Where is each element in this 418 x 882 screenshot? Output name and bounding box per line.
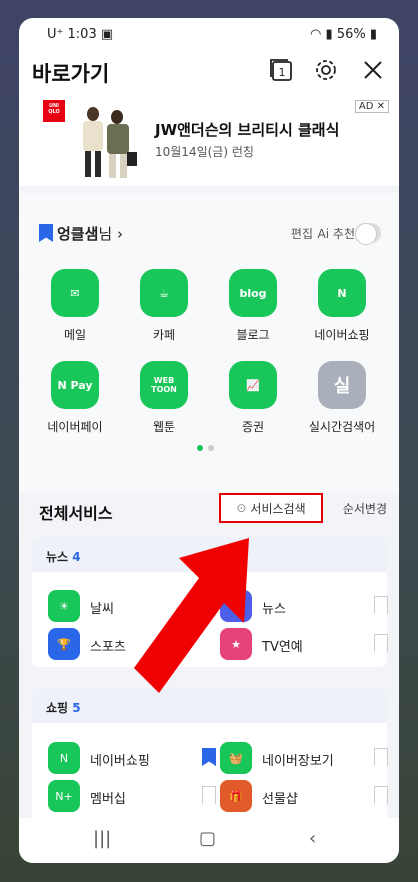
webtoon-icon: WEB TOON bbox=[140, 361, 188, 409]
app-realtime-search[interactable]: 실 실시간검색어 bbox=[302, 361, 382, 435]
favorites-panel: 엉클샘님 › 편집 Ai 추천 ✉ 메일 ☕ 카페 blog 블로그 N 네이버… bbox=[19, 193, 399, 493]
user-suffix: 님 bbox=[98, 225, 113, 243]
cafe-icon: ☕ bbox=[140, 269, 188, 317]
page-dot bbox=[208, 445, 214, 451]
bookmark-icon[interactable] bbox=[374, 634, 388, 652]
edit-button[interactable]: 편집 bbox=[291, 225, 313, 242]
service-search-button[interactable]: ⊙ 서비스검색 bbox=[219, 493, 323, 523]
app-stock[interactable]: 📈 증권 bbox=[213, 361, 293, 435]
mail-icon: ✉ bbox=[51, 269, 99, 317]
pay-icon: N Pay bbox=[51, 361, 99, 409]
tabs-icon[interactable]: 1 bbox=[267, 56, 295, 84]
list-item-naver-shopping[interactable]: N 네이버쇼핑 bbox=[48, 742, 218, 774]
weather-icon: ☀ bbox=[48, 590, 80, 622]
tab-count: 1 bbox=[279, 66, 286, 79]
list-item-naver-grocery[interactable]: 🧺 네이버장보기 bbox=[220, 742, 390, 774]
shopping-bag-icon: N bbox=[318, 269, 366, 317]
favorites-header[interactable]: 엉클샘님 › bbox=[39, 223, 123, 244]
ad-subline: 10월14일(금) 런칭 bbox=[155, 145, 254, 159]
user-name: 엉클샘 bbox=[57, 225, 99, 243]
chevron-right-icon: › bbox=[112, 225, 123, 243]
search-icon: ⊙ bbox=[236, 501, 247, 515]
image-notification-icon: ▣ bbox=[100, 27, 114, 42]
recents-icon[interactable]: ||| bbox=[93, 828, 111, 849]
bookmark-icon[interactable] bbox=[374, 596, 388, 614]
list-item-membership[interactable]: N+ 멤버십 bbox=[48, 780, 218, 812]
ai-recommend-label: Ai 추천 bbox=[317, 227, 355, 241]
status-bar: U⁺ 1:03 ▣ ◠ ▮ 56% ▮ bbox=[19, 18, 399, 50]
bookmark-icon[interactable] bbox=[202, 786, 216, 804]
shopping-card: 쇼핑 5 N 네이버쇼핑 🧺 네이버장보기 N+ 멤버십 🎁 선물샵 bbox=[32, 688, 390, 823]
bookmark-icon[interactable] bbox=[202, 748, 216, 766]
ai-toggle[interactable] bbox=[355, 223, 381, 245]
ad-banner[interactable]: UNI QLO JW앤더슨의 브리티시 클래식 10월14일(금) 런칭 AD ✕ bbox=[19, 98, 399, 186]
status-time: 1:03 bbox=[67, 27, 97, 42]
reorder-button[interactable]: 순서변경 bbox=[343, 500, 387, 517]
system-nav-bar: ||| ▢ ‹ bbox=[19, 818, 399, 863]
bookmark-icon bbox=[39, 224, 53, 242]
app-webtoon[interactable]: WEB TOON 웹툰 bbox=[124, 361, 204, 435]
blog-icon: blog bbox=[229, 269, 277, 317]
page-indicator bbox=[197, 436, 219, 455]
bookmark-icon[interactable] bbox=[374, 786, 388, 804]
gift-icon: 🎁 bbox=[220, 780, 252, 812]
app-header: 바로가기 1 bbox=[19, 56, 399, 102]
phone-screen: U⁺ 1:03 ▣ ◠ ▮ 56% ▮ 바로가기 1 UNI QLO JW앤더슨의… bbox=[19, 18, 399, 863]
carrier-label: U⁺ bbox=[47, 27, 64, 42]
page-title: 바로가기 bbox=[32, 62, 110, 86]
list-item-gift-shop[interactable]: 🎁 선물샵 bbox=[220, 780, 390, 812]
ad-headline: JW앤더슨의 브리티시 클래식 bbox=[155, 121, 340, 139]
app-naver-shopping[interactable]: N 네이버쇼핑 bbox=[302, 269, 382, 343]
shopping-bag-icon: N bbox=[48, 742, 80, 774]
home-icon[interactable]: ▢ bbox=[199, 828, 216, 849]
app-mail[interactable]: ✉ 메일 bbox=[35, 269, 115, 343]
trophy-icon: 🏆 bbox=[48, 628, 80, 660]
battery-icon: ▮ bbox=[369, 27, 377, 42]
stock-chart-icon: 📈 bbox=[229, 361, 277, 409]
brand-logo: UNI QLO bbox=[43, 100, 65, 122]
settings-icon[interactable] bbox=[312, 56, 340, 84]
all-services-header: 전체서비스 ⊙ 서비스검색 순서변경 bbox=[19, 480, 399, 524]
app-blog[interactable]: blog 블로그 bbox=[213, 269, 293, 343]
membership-icon: N+ bbox=[48, 780, 80, 812]
wifi-icon: ◠ bbox=[310, 27, 322, 42]
all-services-title: 전체서비스 bbox=[39, 504, 113, 523]
app-naver-pay[interactable]: N Pay 네이버페이 bbox=[35, 361, 115, 435]
signal-icon: ▮ bbox=[325, 27, 333, 42]
app-cafe[interactable]: ☕ 카페 bbox=[124, 269, 204, 343]
basket-icon: 🧺 bbox=[220, 742, 252, 774]
ad-image bbox=[83, 107, 137, 178]
ad-badge[interactable]: AD ✕ bbox=[354, 100, 389, 113]
back-icon[interactable]: ‹ bbox=[309, 828, 316, 849]
close-icon[interactable] bbox=[359, 56, 387, 84]
page-dot-active bbox=[197, 445, 203, 451]
bookmark-icon[interactable] bbox=[374, 748, 388, 766]
battery-percent: 56% bbox=[336, 27, 366, 42]
red-arrow-icon bbox=[134, 538, 249, 693]
realtime-search-icon: 실 bbox=[318, 361, 366, 409]
